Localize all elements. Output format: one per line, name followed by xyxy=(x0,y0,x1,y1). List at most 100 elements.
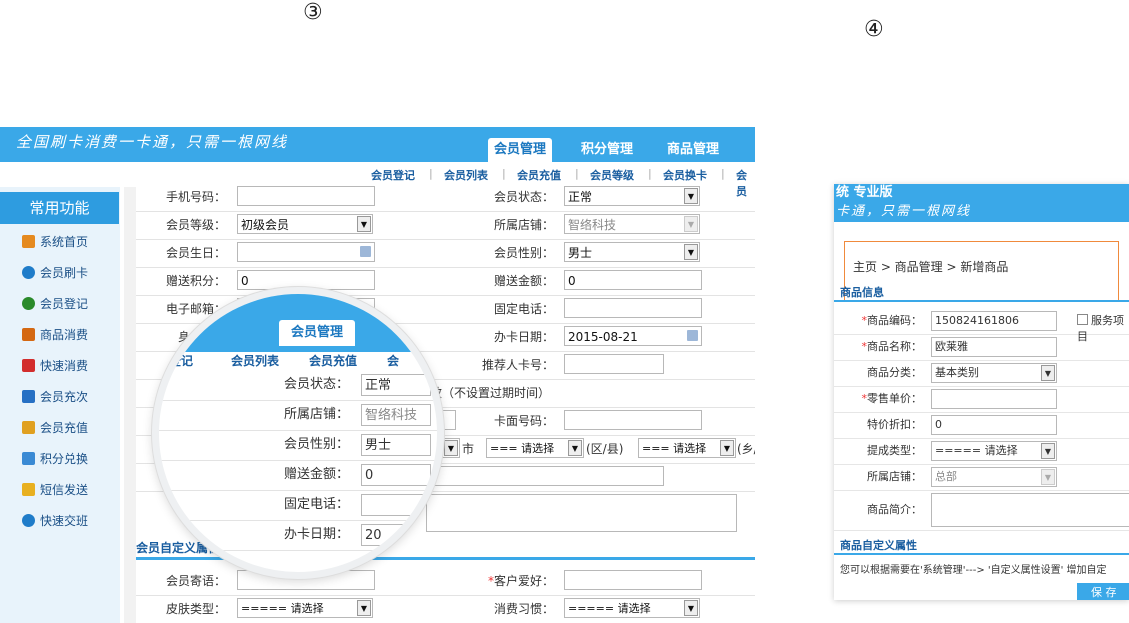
chevron-down-icon: ▼ xyxy=(684,600,698,616)
town-suffix: (乡/ xyxy=(737,442,755,456)
sidebar-divider xyxy=(124,187,136,623)
sidebar-item-recharge-times[interactable]: 会员充次 xyxy=(22,388,88,406)
goods-custom-attr-title: 商品自定义属性 xyxy=(840,539,917,552)
form-row: 提成类型： ===== 请选择 =====▼ xyxy=(834,438,1129,475)
users-icon xyxy=(22,297,35,310)
store-select[interactable]: 智络科技 ▼ xyxy=(564,214,700,234)
magnifier-label: 所属店铺： xyxy=(283,407,349,422)
goods-code-label: *商品编码： xyxy=(861,314,923,327)
chevron-down-icon: ▼ xyxy=(1041,365,1055,381)
add-goods-screenshot: 统 专业版 卡通，只需一根网线 主页 > 商品管理 > 新增商品 商品信息 *商… xyxy=(834,184,1129,600)
cardface-input[interactable] xyxy=(564,410,702,430)
section-divider xyxy=(834,300,1129,302)
form-row: 皮肤类型： ===== 请选择 =====▼ 消费习惯： ===== 请选择 =… xyxy=(136,595,755,623)
gender-select[interactable]: 男士 ▼ xyxy=(564,242,700,262)
form-row: 会员寄语： *客户爱好： xyxy=(136,567,755,596)
chevron-down-icon: ▼ xyxy=(1041,469,1055,485)
magnifier-row: 赠送金额： 0 xyxy=(159,460,437,491)
save-button[interactable]: 保 存 xyxy=(1077,583,1129,600)
retail-price-input[interactable] xyxy=(931,389,1057,409)
form-row: 会员等级： 初级会员 ▼ 所属店铺： 智络科技 ▼ xyxy=(136,211,755,240)
amount-label: 赠送金额： xyxy=(493,274,554,288)
town-select[interactable]: === 请选择 ===▼ xyxy=(638,438,736,458)
sidebar-item-register[interactable]: 会员登记 xyxy=(22,295,88,313)
level-select[interactable]: 初级会员 ▼ xyxy=(237,214,373,234)
tab-goods-management[interactable]: 商品管理 xyxy=(658,138,728,162)
habit-label: 消费习惯： xyxy=(493,602,554,616)
goods-code-input[interactable]: 150824161806 xyxy=(931,311,1057,331)
top-banner: 全国刷卡消费一卡通，只需一根网线 会员管理 积分管理 商品管理 xyxy=(0,127,755,162)
sidebar-item-goods-consume[interactable]: 商品消费 xyxy=(22,326,88,344)
amount-input[interactable]: 0 xyxy=(564,270,702,290)
sidebar-item-sms[interactable]: 短信发送 xyxy=(22,481,88,499)
hobby-label: *客户爱好： xyxy=(487,574,554,588)
skin-select[interactable]: ===== 请选择 =====▼ xyxy=(237,598,373,623)
calendar-icon[interactable] xyxy=(687,330,698,341)
subnav-member-recharge[interactable]: 会员充值 xyxy=(517,167,561,183)
store-select[interactable]: 总部 ▼ xyxy=(931,467,1057,487)
birthday-input[interactable] xyxy=(237,242,375,262)
magnifier-subnav-item: 会员充值 xyxy=(309,354,358,368)
form-row: 特价折扣： 0 xyxy=(834,412,1129,439)
phone-input[interactable] xyxy=(237,186,375,206)
referrer-input[interactable] xyxy=(564,354,664,374)
magnifier-row: 会员状态： 正常 xyxy=(159,370,437,401)
tab-points-management[interactable]: 积分管理 xyxy=(572,138,642,162)
form-row: 手机号码： 会员状态： 正常 ▼ xyxy=(136,183,755,212)
date-input[interactable]: 2015-08-21 xyxy=(564,326,702,346)
section-divider xyxy=(834,553,1129,555)
magnifier-row: 会员性别： 男士 xyxy=(159,430,437,461)
subnav-member-register[interactable]: 会员登记 xyxy=(371,167,415,183)
sidebar-item-fast-consume[interactable]: 快速消费 xyxy=(22,357,88,375)
sidebar-item-points-exchange[interactable]: 积分兑换 xyxy=(22,450,88,468)
points-icon xyxy=(22,452,35,465)
sidebar-title: 常用功能 xyxy=(0,192,119,224)
sidebar-item-recharge[interactable]: 会员充值 xyxy=(22,419,88,437)
discount-input[interactable]: 0 xyxy=(931,415,1057,435)
district-select[interactable]: === 请选择 ===▼ xyxy=(486,438,584,458)
goods-intro-label: 商品简介： xyxy=(867,503,922,516)
home-icon xyxy=(22,235,35,248)
magnifier-value: 男士 xyxy=(361,434,431,456)
step-number-3: ③ xyxy=(303,0,323,25)
form-row: 赠送积分： 0 赠送金额： 0 xyxy=(136,267,755,296)
magnifier-row: 固定电话： xyxy=(159,490,437,521)
goods-category-select[interactable]: 基本类别 ▼ xyxy=(931,363,1057,383)
chevron-down-icon: ▼ xyxy=(1041,443,1055,459)
cart-icon xyxy=(22,328,35,341)
magnifier-lens: 会员管理 登记 会员列表 会员充值 会 会员状态： 正常 所属店铺： 智络科技 … xyxy=(152,287,444,579)
remark-textarea[interactable] xyxy=(426,494,737,532)
sidebar-item-shift[interactable]: 快速交班 xyxy=(22,512,88,530)
magnifier-label: 办卡日期： xyxy=(283,527,349,542)
hobby-input[interactable] xyxy=(564,570,702,590)
magnifier-row: 办卡日期： 20 xyxy=(159,520,437,551)
status-select[interactable]: 正常 ▼ xyxy=(564,186,700,206)
date-label: 办卡日期： xyxy=(493,330,554,344)
store-label: 所属店铺： xyxy=(493,218,554,232)
commission-type-select[interactable]: ===== 请选择 =====▼ xyxy=(931,441,1057,475)
user-card-icon xyxy=(22,266,35,279)
chevron-down-icon: ▼ xyxy=(357,600,371,616)
magnifier-value: 智络科技 xyxy=(361,404,431,426)
step-number-4: ④ xyxy=(864,17,884,42)
sidebar-item-swipe[interactable]: 会员刷卡 xyxy=(22,264,88,282)
subnav-member-card-change[interactable]: 会员换卡 xyxy=(663,167,707,183)
goods-category-label: 商品分类： xyxy=(867,366,922,379)
fast-consume-icon xyxy=(22,359,35,372)
habit-select[interactable]: ===== 请选择 =====▼ xyxy=(564,598,700,623)
money-icon xyxy=(22,421,35,434)
subnav-member-list[interactable]: 会员列表 xyxy=(444,167,488,183)
magnifier-value: 0 xyxy=(361,464,431,486)
skin-label: 皮肤类型： xyxy=(165,602,226,616)
address-input[interactable] xyxy=(426,466,664,486)
goods-intro-textarea[interactable] xyxy=(931,493,1129,527)
goods-name-label: *商品名称： xyxy=(861,340,923,353)
calendar-icon[interactable] xyxy=(360,246,371,257)
tel-input[interactable] xyxy=(564,298,702,318)
goods-info-title: 商品信息 xyxy=(840,286,884,299)
sidebar-item-home[interactable]: 系统首页 xyxy=(22,233,88,251)
form-row: 商品分类： 基本类别 ▼ xyxy=(834,360,1129,387)
subnav-member-level[interactable]: 会员等级 xyxy=(590,167,634,183)
goods-name-input[interactable]: 欧莱雅 xyxy=(931,337,1057,357)
tab-member-management[interactable]: 会员管理 xyxy=(488,138,552,162)
